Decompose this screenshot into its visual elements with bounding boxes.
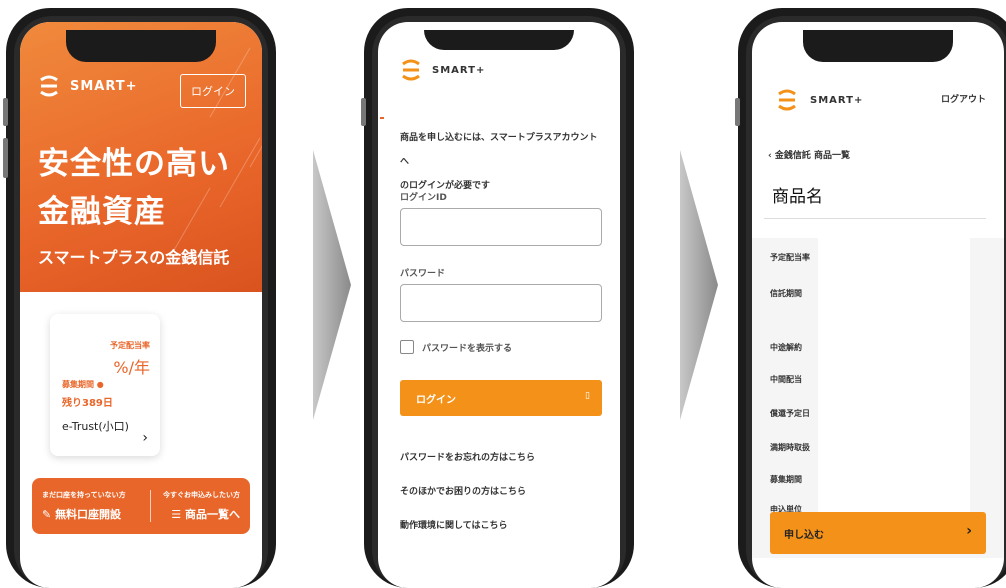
product-list-button[interactable]: ☰ 商品一覧へ xyxy=(171,506,240,522)
phone-notch xyxy=(803,30,953,62)
detail-label: 予定配当率 xyxy=(770,253,810,262)
product-card[interactable]: 予定配当率 %/年 募集期間 ● 残り389日 e-Trust(小口) › xyxy=(50,314,160,456)
smartplus-logo: SMART+ xyxy=(38,74,138,98)
phone-login-screen: SMART+ 商品を申し込むには、スマートプラスアカウントへ のログインが必要で… xyxy=(361,8,634,588)
logo-text: SMART+ xyxy=(810,94,864,106)
info-icon: ● xyxy=(96,380,104,389)
hero-title-line1: 安全性の高い xyxy=(38,146,230,182)
forgot-password-link[interactable]: パスワードをお忘れの方はこちら xyxy=(400,450,535,463)
divider xyxy=(764,218,986,219)
notice-line: 商品を申し込むには、スマートプラスアカウントへ xyxy=(400,133,598,167)
password-label: パスワード xyxy=(400,269,446,279)
help-link[interactable]: そのほかでお困りの方はこちら xyxy=(400,484,526,497)
phone-notch xyxy=(66,30,216,62)
phone-product-screen: SMART+ ログアウト ‹ 金銭信託 商品一覧 商品名 予定配当率 信託期間 … xyxy=(735,8,1006,588)
logo-text: SMART+ xyxy=(70,78,138,94)
detail-label: 信託期間 xyxy=(770,289,802,298)
smartplus-logo: SMART+ xyxy=(776,88,863,112)
environment-link[interactable]: 動作環境に関してはこちら xyxy=(400,518,508,531)
product-screen: SMART+ ログアウト ‹ 金銭信託 商品一覧 商品名 予定配当率 信託期間 … xyxy=(752,22,1004,588)
apply-button[interactable]: 申し込む › xyxy=(770,512,986,554)
hero-subtitle: スマートプラスの金銭信託 xyxy=(38,248,230,267)
login-id-input[interactable] xyxy=(400,208,602,246)
apply-label: 申し込む xyxy=(784,530,824,541)
list-icon: ☰ xyxy=(171,508,182,521)
open-account-caption: まだ口座を持っていない方 xyxy=(42,491,126,499)
logo-text: SMART+ xyxy=(432,64,486,76)
arrow-right-icon xyxy=(313,150,351,420)
password-input[interactable] xyxy=(400,284,602,322)
hero-title: 安全性の高い 金融資産 xyxy=(38,140,230,236)
open-account-button[interactable]: ✎ 無料口座開設 xyxy=(42,506,121,522)
home-screen: SMART+ ログイン 安全性の高い 金融資産 スマートプラスの金銭信託 予定配… xyxy=(20,22,262,588)
hero-title-line2: 金融資産 xyxy=(38,194,166,230)
rate-value: %/年 xyxy=(113,358,150,377)
phone-volume-button xyxy=(361,98,366,126)
login-notice: 商品を申し込むには、スマートプラスアカウントへ のログインが必要です xyxy=(400,126,604,198)
login-screen: SMART+ 商品を申し込むには、スマートプラスアカウントへ のログインが必要で… xyxy=(378,22,620,588)
period-label: 募集期間 ● xyxy=(62,380,104,389)
smartplus-logo-icon xyxy=(402,59,420,81)
phone-notch xyxy=(424,30,574,50)
login-id-label: ログインID xyxy=(400,193,447,203)
phone-volume-button xyxy=(3,98,8,126)
accent-mark xyxy=(380,117,384,119)
smartplus-logo-icon xyxy=(40,75,58,97)
product-name: e-Trust(小口) xyxy=(62,420,129,433)
arrow-right-icon xyxy=(680,150,718,420)
logout-link[interactable]: ログアウト xyxy=(941,92,986,105)
breadcrumb[interactable]: ‹ 金銭信託 商品一覧 xyxy=(768,148,850,161)
detail-label: 中途解約 xyxy=(770,343,802,352)
product-title: 商品名 xyxy=(764,168,902,210)
smartplus-logo-icon xyxy=(778,89,796,111)
detail-label: 募集期間 xyxy=(770,475,802,484)
phone-volume-button xyxy=(735,98,740,126)
hero-banner: SMART+ ログイン 安全性の高い 金融資産 スマートプラスの金銭信託 xyxy=(20,22,262,292)
login-button[interactable]: ログイン xyxy=(180,74,246,108)
chevron-right-icon: › xyxy=(966,523,972,539)
detail-label: 満期時取扱 xyxy=(770,443,810,452)
phone-volume-button xyxy=(3,138,8,178)
show-password-label: パスワードを表示する xyxy=(422,343,513,354)
detail-label: 償還予定日 xyxy=(770,409,810,418)
remaining-days: 残り389日 xyxy=(62,398,113,409)
show-password-toggle[interactable]: パスワードを表示する xyxy=(400,340,512,354)
rate-label: 予定配当率 xyxy=(110,341,150,350)
chevron-left-icon: ‹ xyxy=(768,151,775,161)
phone-home-screen: SMART+ ログイン 安全性の高い 金融資産 スマートプラスの金銭信託 予定配… xyxy=(3,8,276,588)
pencil-icon: ✎ xyxy=(42,508,52,521)
show-password-checkbox[interactable] xyxy=(400,340,414,354)
login-submit-label: ログイン xyxy=(416,395,456,406)
login-submit-button[interactable]: ログイン ▯ xyxy=(400,380,602,416)
bottom-action-bar: まだ口座を持っていない方 ✎ 無料口座開設 今すぐお申込みしたい方 ☰ 商品一覧… xyxy=(32,478,250,534)
detail-values xyxy=(818,238,970,538)
detail-label: 中間配当 xyxy=(770,375,802,384)
smartplus-logo: SMART+ xyxy=(400,58,485,82)
product-list-caption: 今すぐお申込みしたい方 xyxy=(163,491,240,499)
chevron-right-icon: › xyxy=(142,430,148,446)
login-icon: ▯ xyxy=(585,391,590,401)
divider xyxy=(150,490,151,522)
